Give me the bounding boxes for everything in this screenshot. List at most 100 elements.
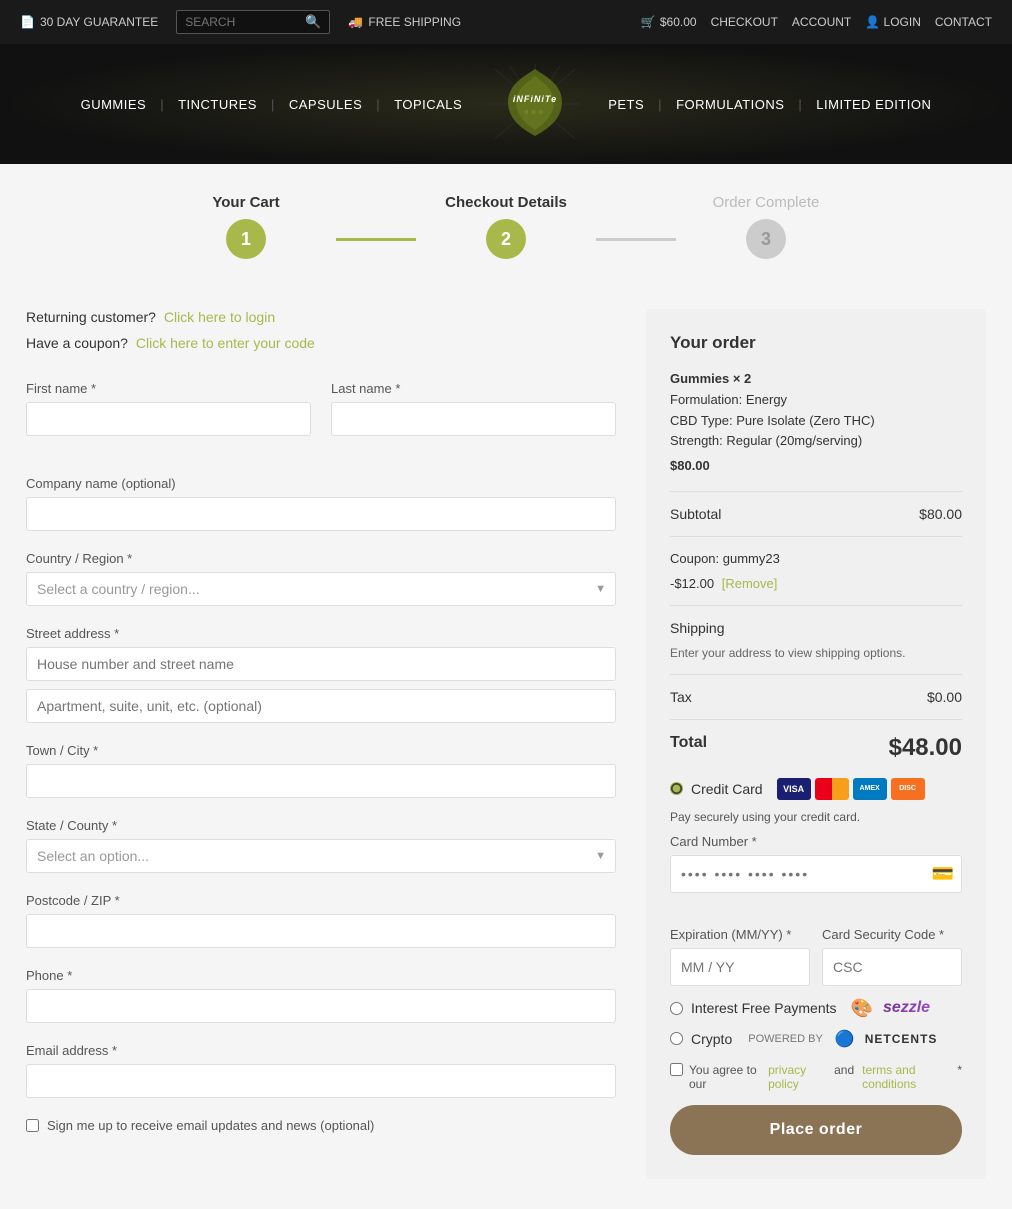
payment-section: Credit Card VISA AMEX DISC Pay securely … <box>670 778 962 1155</box>
free-shipping-label: FREE SHIPPING <box>368 15 461 29</box>
csc-input[interactable] <box>822 948 962 986</box>
step1-circle: 1 <box>226 219 266 259</box>
content-wrapper: Returning customer? Click here to login … <box>6 309 1006 1179</box>
terms-link[interactable]: terms and conditions <box>862 1063 951 1091</box>
main-nav: GUMMIES | TINCTURES | CAPSULES | TOPICAL… <box>0 44 1012 164</box>
checkout-link[interactable]: CHECKOUT <box>711 15 778 29</box>
remove-coupon-link[interactable]: [Remove] <box>722 576 778 591</box>
phone-group: Phone * <box>26 968 616 1023</box>
nav-pets[interactable]: PETS <box>608 97 644 112</box>
step3-circle: 3 <box>746 219 786 259</box>
item-name: Gummies × 2 <box>670 369 962 390</box>
apt-input[interactable] <box>26 689 616 723</box>
tax-label: Tax <box>670 689 692 705</box>
nav-formulations[interactable]: FORMULATIONS <box>676 97 784 112</box>
shipping-label: Shipping <box>670 620 725 636</box>
credit-card-option: Credit Card VISA AMEX DISC <box>670 778 962 800</box>
and-text: and <box>834 1063 854 1077</box>
nav-gummies[interactable]: GUMMIES <box>81 97 147 112</box>
cbd-type: CBD Type: Pure Isolate (Zero THC) <box>670 411 962 432</box>
agree-checkbox[interactable] <box>670 1063 683 1076</box>
step3-label: Order Complete <box>676 194 856 211</box>
company-label: Company name (optional) <box>26 476 616 491</box>
visa-icon: VISA <box>777 778 811 800</box>
nav-topicals[interactable]: TOPICALS <box>394 97 462 112</box>
card-icons: VISA AMEX DISC <box>777 778 925 800</box>
contact-link[interactable]: CONTACT <box>935 15 992 29</box>
sezzle-label: Interest Free Payments <box>691 1000 837 1016</box>
free-shipping-badge: 🚚 FREE SHIPPING <box>348 15 461 29</box>
company-input[interactable] <box>26 497 616 531</box>
credit-card-label: Credit Card <box>691 781 763 797</box>
guarantee-label: 30 DAY GUARANTEE <box>40 15 158 29</box>
privacy-policy-link[interactable]: privacy policy <box>768 1063 826 1091</box>
total-label: Total <box>670 734 707 762</box>
netcents-icon: 🔵 <box>835 1029 855 1049</box>
city-input[interactable] <box>26 764 616 798</box>
shipping-desc: Enter your address to view shipping opti… <box>670 646 962 660</box>
search-box[interactable]: 🔍 <box>176 10 330 34</box>
login-label: LOGIN <box>884 15 921 29</box>
state-select[interactable]: Select an option... <box>26 839 616 873</box>
nav-capsules[interactable]: CAPSULES <box>289 97 362 112</box>
guarantee-link[interactable]: 📄 30 DAY GUARANTEE <box>20 15 158 29</box>
sezzle-emoji: 🎨 <box>851 998 873 1019</box>
last-name-label: Last name * <box>331 381 616 396</box>
postcode-group: Postcode / ZIP * <box>26 893 616 948</box>
crypto-label: Crypto <box>691 1031 732 1047</box>
shipping-row: Shipping <box>670 620 962 636</box>
coupon-link[interactable]: Click here to enter your code <box>136 335 315 351</box>
form-section: Returning customer? Click here to login … <box>26 309 616 1133</box>
card-number-group: Card Number * 💳 <box>670 834 962 907</box>
coupon-discount: -$12.00 <box>670 576 714 591</box>
account-link[interactable]: ACCOUNT <box>792 15 851 29</box>
subtotal-row: Subtotal $80.00 <box>670 506 962 522</box>
csc-group: Card Security Code * <box>822 927 962 986</box>
login-link[interactable]: 👤 LOGIN <box>865 15 921 29</box>
country-group: Country / Region * Select a country / re… <box>26 551 616 606</box>
guarantee-icon: 📄 <box>20 15 35 29</box>
street-group: Street address * <box>26 626 616 723</box>
card-inline-icon: 💳 <box>932 863 954 884</box>
signup-checkbox-line: Sign me up to receive email updates and … <box>26 1118 616 1133</box>
postcode-input[interactable] <box>26 914 616 948</box>
last-name-group: Last name * <box>331 381 616 436</box>
step1-label: Your Cart <box>156 194 336 211</box>
card-number-field: 💳 <box>670 855 962 893</box>
cart-link[interactable]: 🛒 $60.00 <box>641 15 697 29</box>
pay-desc: Pay securely using your credit card. <box>670 810 962 824</box>
nav-tinctures[interactable]: TINCTURES <box>178 97 257 112</box>
step2-line <box>596 238 676 241</box>
total-row: Total $48.00 <box>670 734 962 762</box>
signup-checkbox[interactable] <box>26 1119 39 1132</box>
street-input[interactable] <box>26 647 616 681</box>
email-input[interactable] <box>26 1064 616 1098</box>
sezzle-radio[interactable] <box>670 1002 683 1015</box>
csc-label: Card Security Code * <box>822 927 962 942</box>
city-group: Town / City * <box>26 743 616 798</box>
name-row: First name * Last name * <box>26 381 616 456</box>
postcode-label: Postcode / ZIP * <box>26 893 616 908</box>
subtotal-value: $80.00 <box>919 506 962 522</box>
place-order-button[interactable]: Place order <box>670 1105 962 1155</box>
phone-input[interactable] <box>26 989 616 1023</box>
street-label: Street address * <box>26 626 616 641</box>
amex-icon: AMEX <box>853 778 887 800</box>
order-summary: Your order Gummies × 2 Formulation: Ener… <box>646 309 986 1179</box>
first-name-group: First name * <box>26 381 311 436</box>
expiry-input[interactable] <box>670 948 810 986</box>
sezzle-brand: sezzle <box>883 999 930 1017</box>
login-link-form[interactable]: Click here to login <box>164 309 275 325</box>
search-input[interactable] <box>185 15 305 29</box>
last-name-input[interactable] <box>331 402 616 436</box>
country-select[interactable]: Select a country / region... <box>26 572 616 606</box>
user-icon: 👤 <box>865 15 880 29</box>
nav-limited-edition[interactable]: LIMITED EDITION <box>816 97 931 112</box>
discover-icon: DISC <box>891 778 925 800</box>
credit-card-radio[interactable] <box>670 782 683 795</box>
crypto-radio[interactable] <box>670 1032 683 1045</box>
tax-row: Tax $0.00 <box>670 689 962 705</box>
search-icon[interactable]: 🔍 <box>305 14 321 30</box>
first-name-input[interactable] <box>26 402 311 436</box>
card-number-input[interactable] <box>670 855 962 893</box>
